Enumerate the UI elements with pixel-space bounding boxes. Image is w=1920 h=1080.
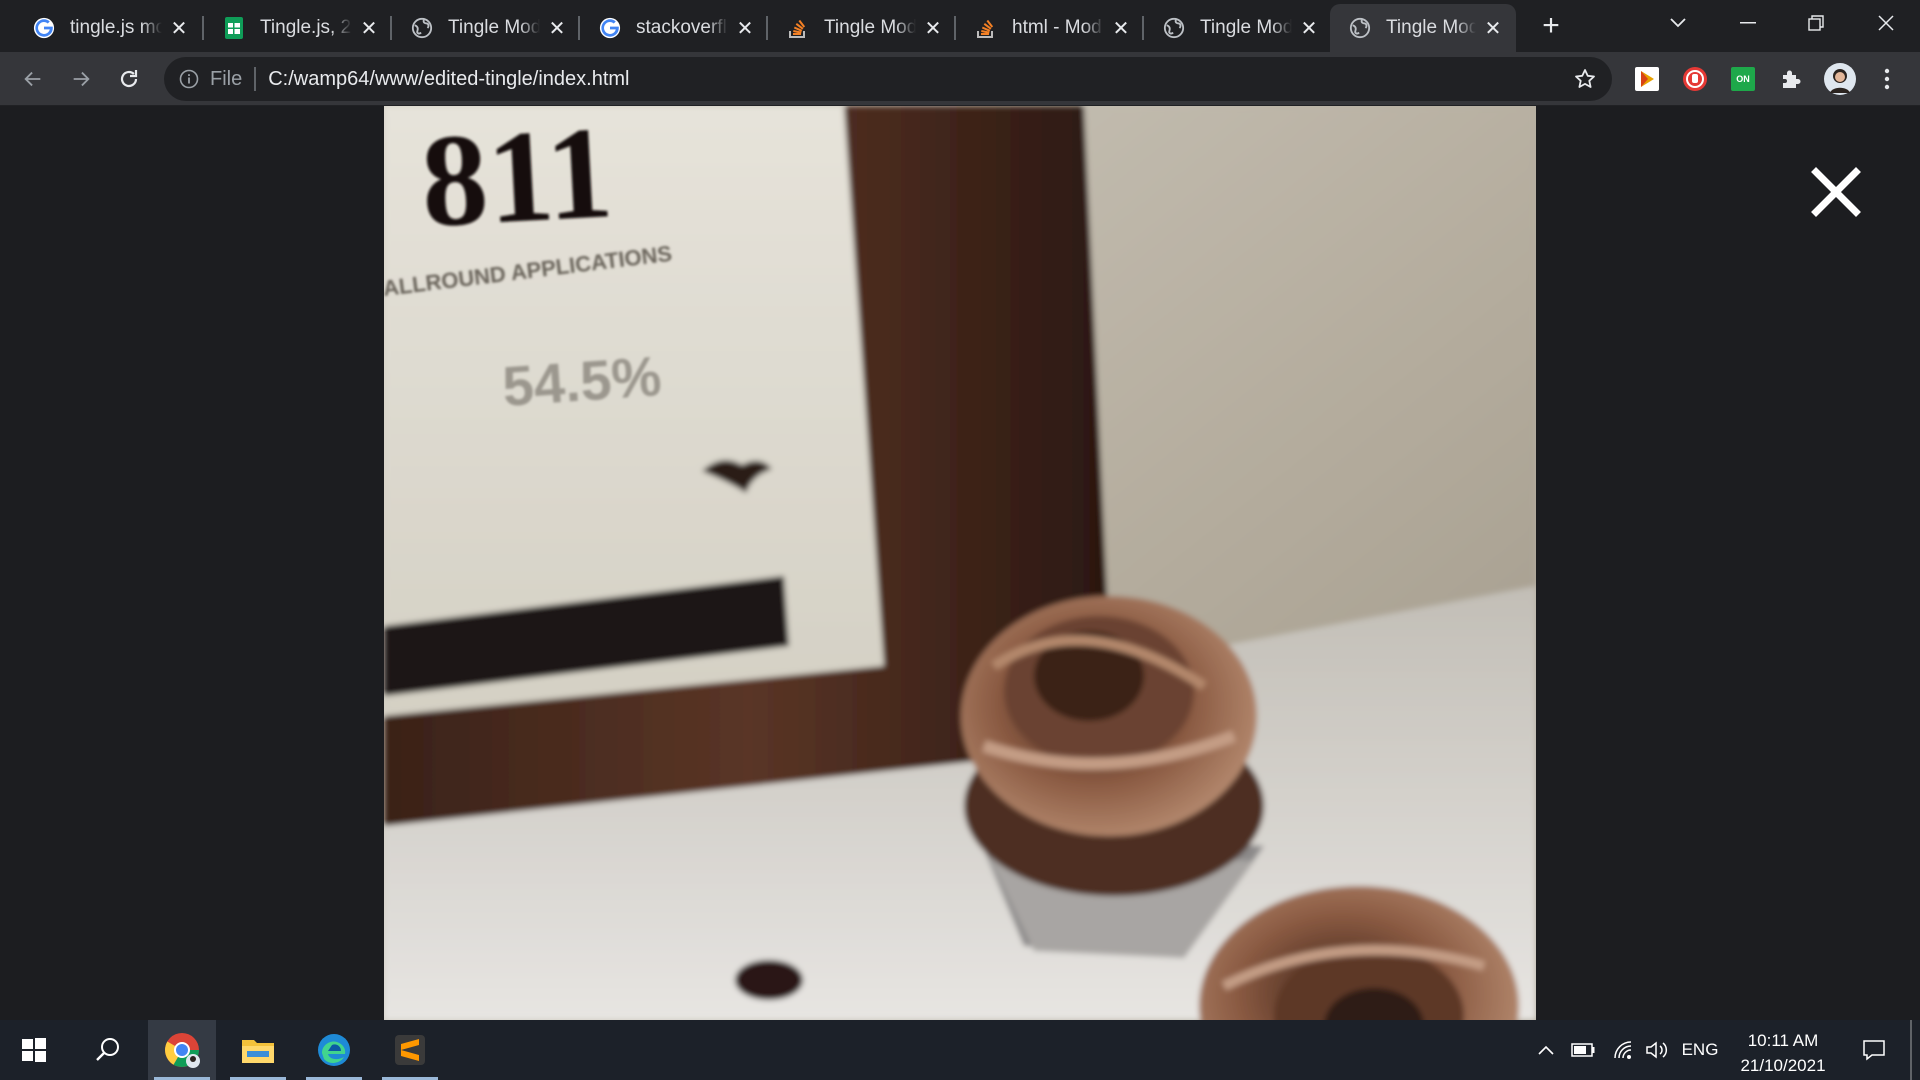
tab-title: Tingle Mod (824, 17, 916, 38)
tab-close-icon[interactable]: ✕ (168, 17, 190, 40)
sheets-icon (222, 16, 246, 40)
forward-arrow-icon[interactable] (66, 64, 96, 94)
window-close-icon[interactable] (1866, 6, 1906, 40)
on-badge: ON (1731, 67, 1755, 91)
modal-image: 811 ALLROUND APPLICATIONS 54.5% (384, 106, 1536, 1020)
url-text[interactable]: C:/wamp64/www/edited-tingle/index.html (268, 68, 1570, 91)
globe-icon (410, 16, 434, 40)
menu-kebab-icon[interactable] (1874, 66, 1900, 92)
tab-title: tingle.js mo (70, 17, 162, 38)
tab-title: stackoverflo (636, 17, 728, 38)
on-extension-icon[interactable]: ON (1730, 66, 1756, 92)
windows-start-icon[interactable] (0, 1020, 68, 1080)
system-clock[interactable]: 10:11 AM 21/10/2021 (1728, 1028, 1838, 1078)
stackoverflow-icon (786, 16, 810, 40)
google-icon (598, 16, 622, 40)
tab-5[interactable]: Tingle Mod ✕ (768, 4, 956, 52)
bookmark-star-icon[interactable] (1570, 64, 1600, 94)
battery-icon[interactable] (1568, 1020, 1598, 1080)
language-indicator[interactable]: ENG (1680, 1020, 1720, 1080)
tab-6[interactable]: html - Mod ✕ (956, 4, 1144, 52)
sublime-text-icon[interactable] (376, 1020, 444, 1080)
globe-icon (1348, 16, 1372, 40)
show-desktop-divider[interactable] (1910, 1020, 1912, 1080)
tab-close-icon[interactable]: ✕ (734, 17, 756, 40)
address-bar[interactable]: File C:/wamp64/www/edited-tingle/index.h… (164, 57, 1612, 101)
chrome-icon[interactable] (148, 1020, 216, 1080)
tray-chevron-icon[interactable] (1534, 1020, 1558, 1080)
reload-icon[interactable] (114, 64, 144, 94)
wifi-icon[interactable] (1608, 1020, 1638, 1080)
search-icon[interactable] (74, 1020, 142, 1080)
tab-2[interactable]: Tingle.js, 2k ✕ (204, 4, 392, 52)
package-percent: 54.5% (500, 344, 663, 418)
tab-close-icon[interactable]: ✕ (922, 17, 944, 40)
package-number: 811 (418, 106, 616, 255)
divider (254, 67, 257, 91)
clock-date: 21/10/2021 (1740, 1056, 1826, 1075)
notification-icon[interactable] (1852, 1020, 1896, 1080)
tab-8-active[interactable]: Tingle Mod ✕ (1330, 4, 1516, 52)
page-content: 811 ALLROUND APPLICATIONS 54.5% (0, 106, 1920, 1020)
file-explorer-icon[interactable] (224, 1020, 292, 1080)
close-icon[interactable] (1810, 166, 1862, 218)
tab-4[interactable]: stackoverflo ✕ (580, 4, 768, 52)
tab-title: Tingle Mod (1200, 17, 1292, 38)
tab-title: Tingle Mod (448, 17, 540, 38)
tab-7[interactable]: Tingle Mod ✕ (1144, 4, 1332, 52)
minimize-icon[interactable] (1728, 6, 1768, 40)
stackoverflow-icon (974, 16, 998, 40)
tab-title: Tingle Mod (1386, 17, 1476, 38)
tab-close-icon[interactable]: ✕ (546, 17, 568, 40)
tab-close-icon[interactable]: ✕ (1110, 17, 1132, 40)
restore-icon[interactable] (1796, 6, 1836, 40)
new-tab-button[interactable]: + (1536, 11, 1566, 42)
volume-icon[interactable] (1640, 1020, 1674, 1080)
scheme-label: File (210, 67, 243, 90)
clock-time: 10:11 AM (1747, 1031, 1819, 1050)
profile-avatar[interactable] (1824, 63, 1856, 95)
tab-search-chevron-icon[interactable] (1658, 6, 1698, 40)
tab-1[interactable]: tingle.js mo ✕ (14, 4, 202, 52)
tab-title: html - Mod (1012, 17, 1102, 38)
info-icon[interactable] (178, 68, 200, 90)
back-arrow-icon[interactable] (18, 64, 48, 94)
tab-close-icon[interactable]: ✕ (1298, 17, 1320, 40)
tab-close-icon[interactable]: ✕ (358, 17, 380, 40)
extensions-puzzle-icon[interactable] (1778, 66, 1804, 92)
edge-icon[interactable] (300, 1020, 368, 1080)
google-icon (32, 16, 56, 40)
adblock-extension-icon[interactable] (1682, 66, 1708, 92)
tab-title: Tingle.js, 2k (260, 17, 352, 38)
tab-close-icon[interactable]: ✕ (1482, 17, 1504, 40)
taskbar: ENG 10:11 AM 21/10/2021 (0, 1020, 1920, 1080)
browser-toolbar: File C:/wamp64/www/edited-tingle/index.h… (0, 52, 1920, 106)
globe-icon (1162, 16, 1186, 40)
tab-3[interactable]: Tingle Mod ✕ (392, 4, 580, 52)
play-extension-icon[interactable] (1634, 66, 1660, 92)
tab-strip: tingle.js mo ✕ Tingle.js, 2k ✕ Tingle Mo… (0, 0, 1920, 52)
